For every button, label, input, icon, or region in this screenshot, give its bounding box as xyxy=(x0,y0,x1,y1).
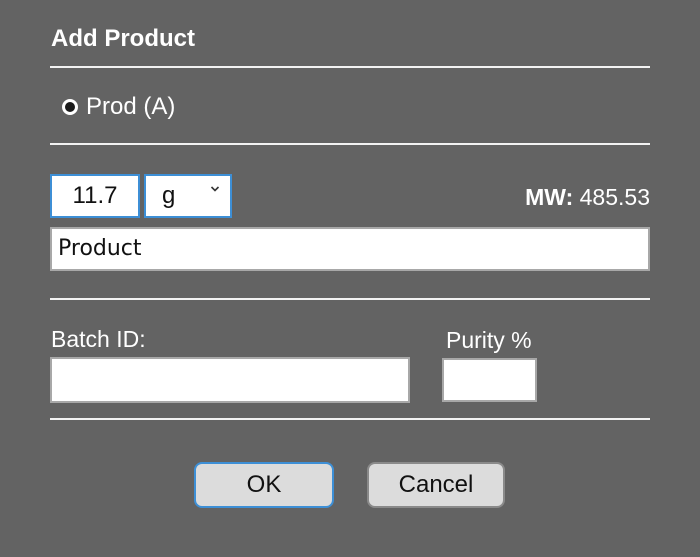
divider xyxy=(50,143,650,145)
amount-input[interactable]: 11.7 xyxy=(50,174,140,218)
divider xyxy=(50,66,650,68)
batch-id-label: Batch ID: xyxy=(51,326,146,352)
batch-id-field[interactable] xyxy=(50,357,410,403)
product-name-field[interactable]: Product xyxy=(50,227,650,271)
molecular-weight-value: 485.53 xyxy=(579,184,650,210)
ok-button[interactable]: OK xyxy=(194,462,334,508)
radio-selected-icon[interactable] xyxy=(62,99,78,115)
product-radio-option[interactable]: Prod (A) xyxy=(62,93,175,121)
unit-select-value: g xyxy=(162,182,176,209)
add-product-dialog: Add Product Prod (A) 11.7 g MW: 485.53 P… xyxy=(0,0,700,557)
unit-select[interactable]: g xyxy=(144,174,232,218)
product-radio-label: Prod (A) xyxy=(86,93,176,120)
divider xyxy=(50,418,650,420)
chevron-down-icon xyxy=(210,186,220,192)
dialog-title: Add Product xyxy=(51,25,195,52)
molecular-weight: MW: 485.53 xyxy=(525,183,650,211)
divider xyxy=(50,298,650,300)
purity-field[interactable] xyxy=(442,358,537,402)
cancel-button[interactable]: Cancel xyxy=(367,462,505,508)
purity-label: Purity % xyxy=(446,327,532,353)
molecular-weight-label: MW: xyxy=(525,184,574,210)
